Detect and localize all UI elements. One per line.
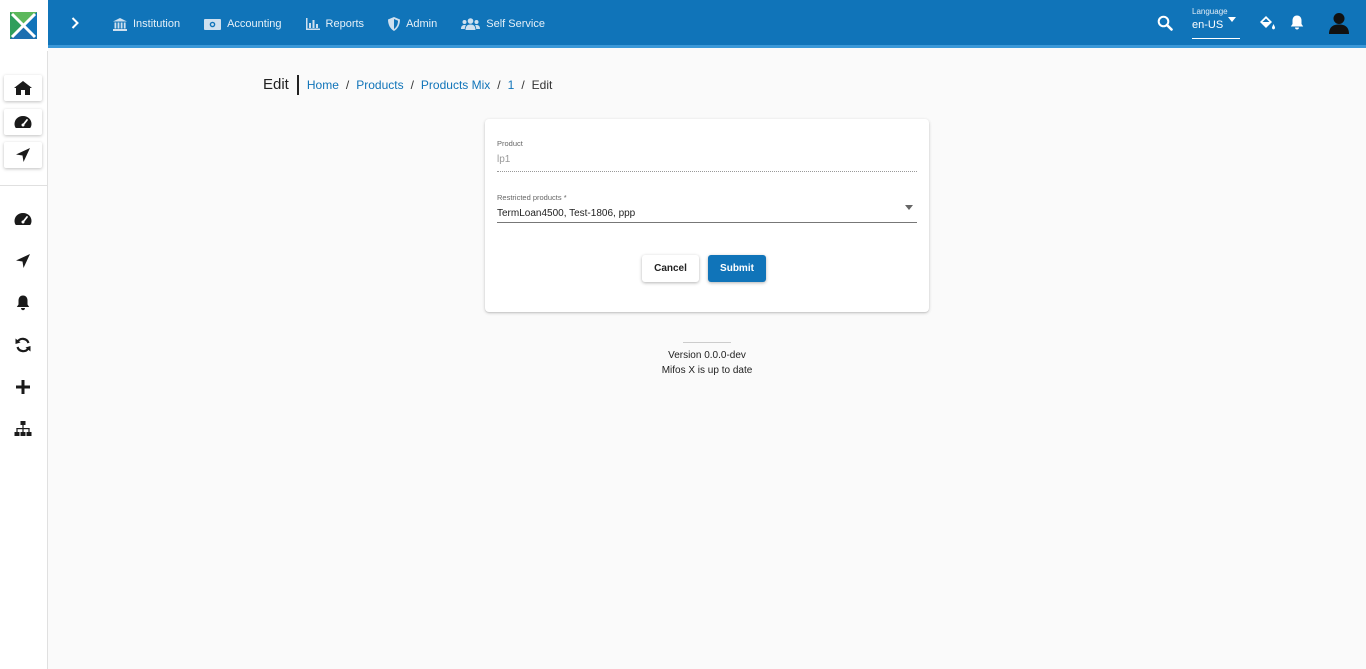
mifos-logo-icon bbox=[10, 12, 37, 39]
users-icon bbox=[461, 18, 481, 30]
breadcrumb-products-mix[interactable]: Products Mix bbox=[421, 78, 490, 92]
breadcrumb-separator: / bbox=[497, 78, 501, 92]
restricted-products-value: TermLoan4500, Test-1806, ppp bbox=[497, 208, 636, 219]
sidebar-item-notifications[interactable] bbox=[12, 292, 34, 314]
navigation-icon bbox=[16, 148, 30, 162]
nav-accounting-label: Accounting bbox=[227, 18, 282, 30]
breadcrumb-products[interactable]: Products bbox=[356, 78, 403, 92]
breadcrumb-separator: / bbox=[410, 78, 414, 92]
restricted-products-label: Restricted products * bbox=[497, 193, 567, 202]
user-menu-button[interactable] bbox=[1328, 12, 1350, 39]
sidebar-dashboard-button[interactable] bbox=[4, 109, 42, 135]
breadcrumb-home[interactable]: Home bbox=[307, 78, 339, 92]
breadcrumb: Edit Home / Products / Products Mix / 1 … bbox=[263, 75, 552, 95]
update-status-text: Mifos X is up to date bbox=[661, 365, 753, 376]
caret-down-icon bbox=[1228, 17, 1236, 22]
nav-reports-label: Reports bbox=[325, 18, 365, 30]
sidebar bbox=[0, 51, 48, 669]
edit-form-card: Product lp1 Restricted products * TermLo… bbox=[485, 119, 929, 312]
language-select[interactable]: Language en-US bbox=[1192, 7, 1240, 39]
version-text: Version 0.0.0-dev bbox=[668, 350, 746, 361]
sidebar-navigation-button[interactable] bbox=[4, 142, 42, 168]
sidebar-item-refresh[interactable] bbox=[12, 334, 34, 356]
nav-admin[interactable]: Admin bbox=[388, 0, 437, 48]
expand-sidebar-button[interactable] bbox=[64, 12, 86, 34]
breadcrumb-separator: / bbox=[345, 78, 350, 92]
nav-self-service-label: Self Service bbox=[486, 18, 545, 30]
money-icon bbox=[204, 18, 222, 30]
user-icon bbox=[1329, 13, 1349, 34]
sidebar-item-add[interactable] bbox=[12, 376, 34, 398]
plus-icon bbox=[16, 380, 30, 394]
chart-icon bbox=[305, 18, 320, 30]
bell-icon bbox=[16, 295, 30, 311]
nav-admin-label: Admin bbox=[406, 18, 438, 30]
dashboard-icon bbox=[14, 116, 32, 128]
page-title: Edit bbox=[263, 75, 299, 95]
sidebar-item-organization[interactable] bbox=[12, 418, 34, 440]
footer-divider bbox=[683, 342, 731, 343]
language-label: Language bbox=[1192, 7, 1228, 16]
paint-bucket-icon bbox=[1260, 16, 1275, 30]
caret-down-icon bbox=[905, 205, 913, 210]
restricted-products-select[interactable]: Restricted products * TermLoan4500, Test… bbox=[497, 193, 917, 223]
submit-button[interactable]: Submit bbox=[708, 255, 766, 282]
chevron-right-icon bbox=[71, 17, 79, 29]
nav-institution-label: Institution bbox=[133, 18, 181, 30]
search-icon bbox=[1157, 15, 1173, 31]
home-icon bbox=[14, 81, 32, 95]
sidebar-home-button[interactable] bbox=[4, 75, 42, 101]
breadcrumb-separator: / bbox=[521, 78, 525, 92]
breadcrumb-item-1[interactable]: 1 bbox=[508, 78, 515, 92]
main-nav: Institution Accounting Reports Admin Sel… bbox=[113, 0, 569, 48]
institution-icon bbox=[113, 17, 127, 31]
product-value: lp1 bbox=[497, 154, 511, 165]
dashboard-icon bbox=[14, 213, 32, 225]
product-field: Product lp1 bbox=[497, 139, 917, 172]
bell-icon bbox=[1290, 15, 1304, 30]
theme-button[interactable] bbox=[1258, 15, 1276, 36]
sidebar-divider bbox=[0, 185, 47, 186]
nav-self-service[interactable]: Self Service bbox=[461, 0, 545, 48]
cancel-button[interactable]: Cancel bbox=[642, 255, 699, 282]
refresh-icon bbox=[15, 337, 31, 353]
notifications-button[interactable] bbox=[1290, 15, 1304, 35]
top-bar: Institution Accounting Reports Admin Sel… bbox=[0, 0, 1366, 51]
sitemap-icon bbox=[14, 421, 32, 436]
nav-institution[interactable]: Institution bbox=[113, 0, 180, 48]
sidebar-item-navigation[interactable] bbox=[12, 250, 34, 272]
nav-reports[interactable]: Reports bbox=[305, 0, 365, 48]
navigation-icon bbox=[16, 254, 30, 268]
sidebar-item-dashboard[interactable] bbox=[12, 208, 34, 230]
nav-accounting[interactable]: Accounting bbox=[204, 0, 282, 48]
shield-icon bbox=[388, 17, 401, 31]
breadcrumb-current: Edit bbox=[531, 78, 553, 92]
mifos-logo[interactable] bbox=[0, 0, 48, 51]
product-label: Product bbox=[497, 139, 523, 148]
search-button[interactable] bbox=[1157, 15, 1173, 36]
